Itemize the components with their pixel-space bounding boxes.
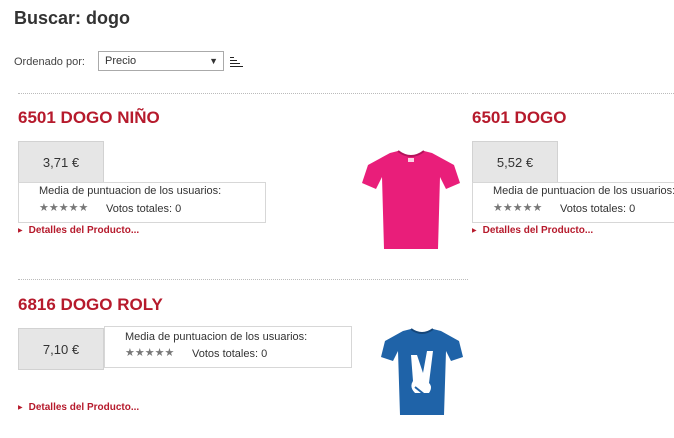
votes-count: Votos totales: 0 [106, 203, 182, 215]
product-name[interactable]: 6816 DOGO ROLY [18, 295, 163, 315]
product-image-pink-tshirt[interactable] [362, 147, 460, 253]
rating-stars-icon: ★★★★★ [493, 202, 543, 214]
rating-box: Media de puntuacion de los usuarios: ★★★… [472, 182, 674, 223]
dropdown-arrow-icon: ▼ [209, 56, 218, 66]
votes-count: Votos totales: 0 [560, 203, 636, 215]
page-title: Buscar: dogo [14, 8, 131, 28]
product-name[interactable]: 6501 DOGO [472, 108, 567, 128]
divider [18, 279, 468, 280]
divider [18, 93, 468, 94]
rating-stars-icon: ★★★★★ [125, 347, 175, 359]
rating-box: Media de puntuacion de los usuarios: ★★★… [18, 182, 266, 223]
sort-label: Ordenado por: [14, 56, 85, 68]
product-price: 5,52 € [472, 141, 558, 183]
details-label: Detalles del Producto... [28, 402, 140, 413]
sort-select[interactable]: Precio ▼ [98, 51, 224, 71]
divider [472, 93, 674, 94]
sort-order-icon[interactable] [230, 57, 243, 68]
product-details-link[interactable]: ▶ Detalles del Producto... [472, 225, 593, 236]
details-label: Detalles del Producto... [28, 225, 140, 236]
rating-box: Media de puntuacion de los usuarios: ★★★… [104, 326, 352, 368]
product-price: 7,10 € [18, 328, 104, 370]
product-details-link[interactable]: ▶ Detalles del Producto... [18, 402, 139, 413]
product-details-link[interactable]: ▶ Detalles del Producto... [18, 225, 139, 236]
product-price: 3,71 € [18, 141, 104, 183]
details-label: Detalles del Producto... [482, 225, 594, 236]
product-name[interactable]: 6501 DOGO NIÑO [18, 108, 160, 128]
triangle-bullet-icon: ▶ [472, 228, 477, 234]
rating-label: Media de puntuacion de los usuarios: [39, 185, 222, 197]
rating-label: Media de puntuacion de los usuarios: [125, 331, 308, 343]
votes-count: Votos totales: 0 [192, 348, 268, 360]
triangle-bullet-icon: ▶ [18, 405, 23, 411]
rating-stars-icon: ★★★★★ [39, 202, 89, 214]
sort-select-value: Precio [105, 55, 137, 67]
product-image-blue-tshirt[interactable] [381, 325, 463, 417]
triangle-bullet-icon: ▶ [18, 228, 23, 234]
rating-label: Media de puntuacion de los usuarios: [493, 185, 674, 197]
